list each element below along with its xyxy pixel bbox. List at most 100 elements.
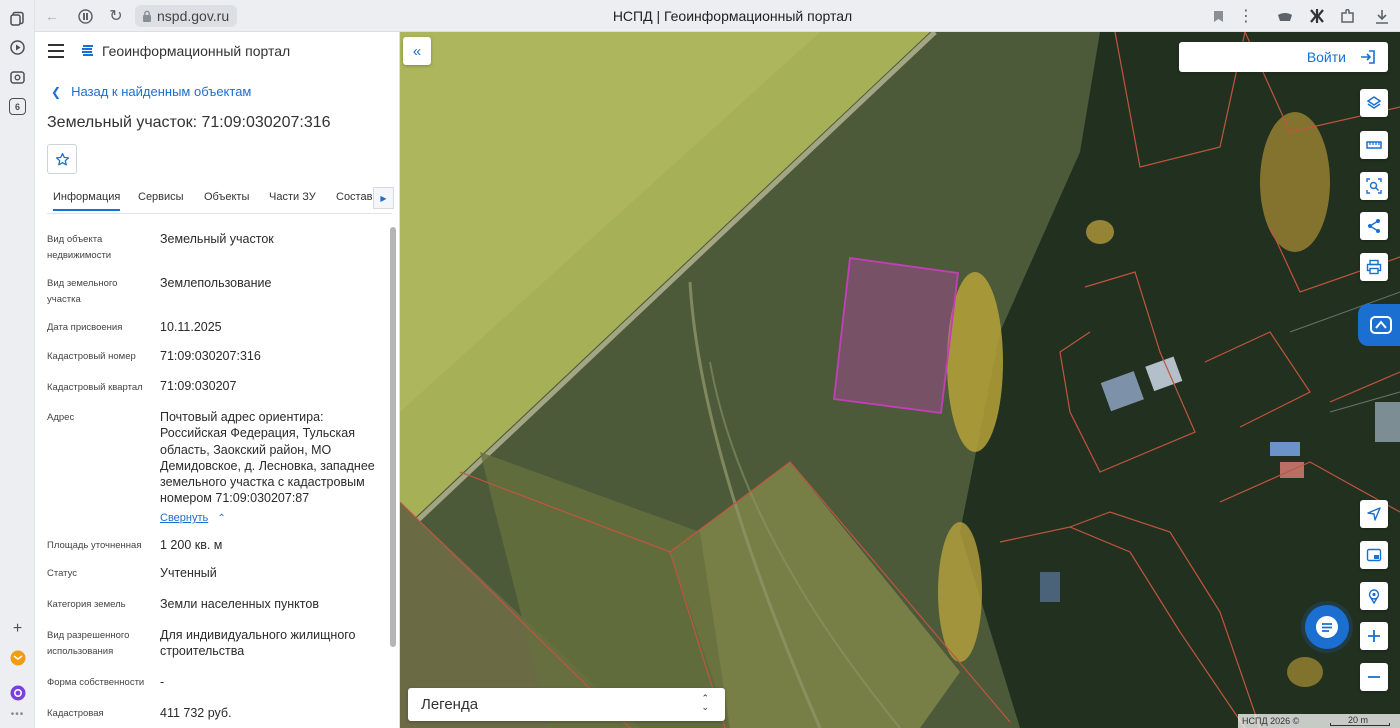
property-label: Дата присвоения	[47, 322, 123, 333]
select-area-icon	[1366, 178, 1382, 194]
plus-icon	[1368, 630, 1380, 642]
property-label: Площадь уточненная	[47, 540, 142, 551]
collapse-label: Свернуть	[160, 512, 209, 524]
share-button[interactable]	[1360, 212, 1388, 240]
chevron-left-icon: ❮	[51, 85, 62, 99]
property-value: 71:09:030207:316	[160, 349, 261, 363]
more-icon[interactable]: •••	[9, 706, 26, 723]
property-label: Кадастровый номер	[47, 351, 136, 362]
chat-assistant-button[interactable]	[1305, 605, 1349, 649]
reload-icon[interactable]: ↻	[106, 6, 126, 26]
tab-objects[interactable]: Объекты	[204, 191, 249, 203]
property-value: 71:09:030207	[160, 379, 237, 393]
object-info-panel: Геоинформационный портал ❮ Назад к найден…	[35, 32, 400, 728]
geolocation-button[interactable]	[1360, 500, 1388, 528]
map-view[interactable]: « Войти Легенда ⌃ ⌄ НСПД 2026 © 20 m	[400, 32, 1400, 728]
satellite-map-imagery	[400, 32, 1400, 728]
property-label: Адрес	[47, 412, 75, 423]
property-value: 411 732 руб.	[160, 706, 232, 720]
chat-icon	[1316, 616, 1338, 638]
property-value: 10.11.2025	[160, 320, 222, 334]
tab-composition[interactable]: Состав	[336, 191, 372, 203]
protect-icon[interactable]	[75, 6, 95, 26]
copyright-text: НСПД 2026 ©	[1242, 716, 1300, 726]
property-value: Для индивидуального жилищного строительс…	[160, 628, 356, 659]
browser-side-rail: 6 + •••	[0, 0, 35, 728]
bookmark-icon[interactable]	[1208, 6, 1228, 26]
tabs-scroll-right-button[interactable]: ▶	[373, 187, 394, 209]
property-label: Вид земельного участка	[47, 278, 118, 305]
add-icon[interactable]: +	[9, 620, 26, 637]
app-name: Геоинформационный портал	[102, 43, 291, 59]
login-button[interactable]: Войти	[1179, 42, 1388, 72]
scale-bar	[1330, 723, 1390, 726]
menu-dots-icon[interactable]: ⋮	[1236, 6, 1256, 26]
minimap-icon	[1366, 548, 1382, 562]
property-value: Учтенный	[160, 566, 217, 580]
tab-information[interactable]: Информация	[53, 191, 121, 211]
play-icon[interactable]	[9, 39, 26, 56]
tabs-icon[interactable]	[9, 10, 26, 27]
property-value: -	[160, 675, 165, 689]
property-label: Вид разрешенного использования	[47, 630, 130, 657]
zoom-in-button[interactable]	[1360, 622, 1388, 650]
address-bar[interactable]: nspd.gov.ru	[135, 5, 238, 27]
page-title: НСПД | Геоинформационный портал	[612, 8, 853, 24]
area-search-button[interactable]	[1360, 172, 1388, 200]
login-label: Войти	[1306, 49, 1346, 65]
browser-toolbar: ← ↻ nspd.gov.ru НСПД | Геоинформационный…	[35, 0, 1400, 32]
lock-icon	[143, 10, 151, 22]
widget-icon	[1370, 316, 1392, 334]
portal-logo-icon	[82, 45, 93, 56]
minimap-button[interactable]	[1360, 541, 1388, 569]
login-icon	[1361, 50, 1375, 64]
panel-scrollbar[interactable]	[390, 227, 396, 647]
legend-dropdown[interactable]: Легенда ⌃ ⌄	[408, 688, 725, 721]
map-attribution: НСПД 2026 © 20 m	[1238, 714, 1400, 728]
star-icon	[55, 152, 69, 165]
property-label: Кадастровая	[47, 708, 104, 719]
layers-button[interactable]	[1360, 89, 1388, 117]
property-value: Землепользование	[160, 276, 272, 290]
alice-assistant-icon[interactable]	[9, 684, 26, 701]
measure-button[interactable]	[1360, 131, 1388, 159]
back-arrow-icon[interactable]: ←	[42, 6, 62, 26]
layers-icon	[1366, 96, 1382, 109]
tab-parts[interactable]: Части ЗУ	[269, 191, 316, 203]
ruler-icon	[1366, 141, 1382, 149]
property-value: Земельный участок	[160, 232, 274, 246]
back-to-results-link[interactable]: ❮ Назад к найденным объектам	[51, 84, 251, 99]
legend-label: Легенда	[421, 696, 479, 713]
collapse-address-link[interactable]: Свернуть ⌃	[160, 512, 226, 524]
property-label: Категория земель	[47, 599, 126, 610]
favorite-button[interactable]	[47, 144, 77, 174]
side-widget-tab[interactable]	[1358, 304, 1400, 346]
object-title: Земельный участок: 71:09:030207:316	[47, 114, 331, 131]
extension-star-icon[interactable]	[1307, 6, 1327, 26]
mail-app-icon[interactable]	[9, 649, 26, 666]
numbered-app-icon[interactable]: 6	[9, 98, 26, 115]
chevron-up-icon: ⌃	[217, 513, 226, 524]
locate-object-button[interactable]	[1360, 582, 1388, 610]
property-label: Кадастровый квартал	[47, 382, 143, 393]
tab-services[interactable]: Сервисы	[138, 191, 184, 203]
zoom-out-button[interactable]	[1360, 663, 1388, 691]
back-link-label: Назад к найденным объектам	[71, 84, 252, 99]
media-icon[interactable]	[9, 69, 26, 86]
property-value: Земли населенных пунктов	[160, 597, 319, 611]
navigation-arrow-icon	[1367, 507, 1381, 521]
property-label: Форма собственности	[47, 677, 145, 688]
selected-parcel-outline	[833, 256, 960, 415]
download-icon[interactable]	[1372, 6, 1392, 26]
address-value: Почтовый адрес ориентира: Российская Фед…	[160, 410, 375, 506]
collapse-panel-button[interactable]: «	[403, 37, 431, 65]
info-tabs: Информация Сервисы Объекты Части ЗУ Сост…	[47, 182, 394, 214]
print-button[interactable]	[1360, 253, 1388, 281]
extension-hat-icon[interactable]	[1275, 6, 1295, 26]
property-value: 1 200 кв. м	[160, 538, 223, 552]
expand-arrows-icon: ⌃ ⌄	[701, 693, 709, 712]
hamburger-menu-icon[interactable]	[48, 44, 64, 58]
extensions-puzzle-icon[interactable]	[1337, 6, 1357, 26]
property-label: Вид объекта недвижимости	[47, 234, 112, 261]
print-icon	[1366, 259, 1382, 275]
